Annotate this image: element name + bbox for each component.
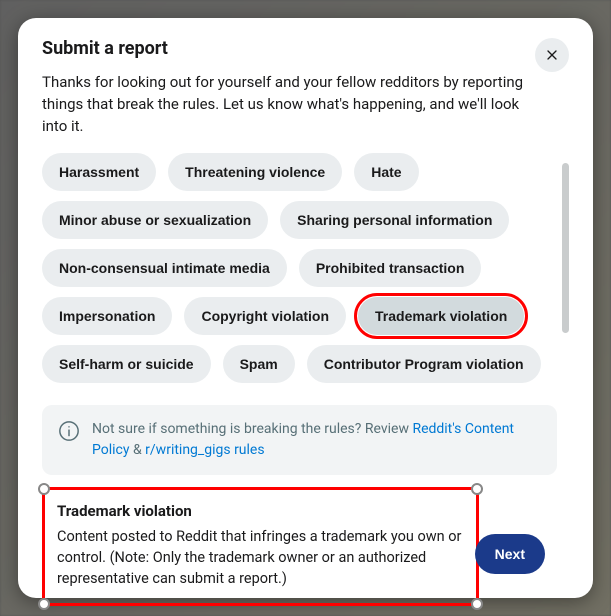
report-option-chip[interactable]: Threatening violence [168, 153, 342, 191]
report-option-chip[interactable]: Impersonation [42, 297, 172, 335]
info-banner: Not sure if something is breaking the ru… [42, 405, 557, 475]
selected-detail-panel: Trademark violation Content posted to Re… [42, 487, 479, 606]
report-option-chip[interactable]: Harassment [42, 153, 156, 191]
info-text: Not sure if something is breaking the ru… [92, 419, 541, 461]
detail-title: Trademark violation [57, 502, 464, 520]
report-option-chip[interactable]: Sharing personal information [280, 201, 509, 239]
close-icon [544, 47, 560, 63]
modal-intro: Thanks for looking out for yourself and … [42, 72, 542, 137]
detail-body: Content posted to Reddit that infringes … [57, 526, 464, 589]
report-option-chip[interactable]: Non-consensual intimate media [42, 249, 287, 287]
report-modal: Submit a report Thanks for looking out f… [18, 18, 593, 598]
modal-title: Submit a report [42, 38, 168, 59]
info-icon [58, 420, 80, 442]
options-scroll-area: Harassment Threatening violence Hate Minor … [42, 153, 569, 487]
report-option-chip[interactable]: Self-harm or suicide [42, 345, 211, 383]
info-middle: & [130, 442, 146, 458]
report-option-chip[interactable]: Trademark violation [358, 297, 524, 335]
scrollbar-thumb[interactable] [562, 163, 569, 333]
scrollbar[interactable] [562, 163, 569, 363]
rules-link[interactable]: r/writing_gigs rules [145, 442, 264, 458]
report-option-chip[interactable]: Minor abuse or sexualization [42, 201, 268, 239]
next-button[interactable]: Next [475, 534, 545, 574]
report-option-chip[interactable]: Hate [354, 153, 418, 191]
close-button[interactable] [535, 38, 569, 72]
report-option-list: Harassment Threatening violence Hate Minor … [42, 153, 557, 383]
report-option-chip[interactable]: Copyright violation [184, 297, 346, 335]
report-option-chip[interactable]: Spam [223, 345, 295, 383]
report-option-chip[interactable]: Prohibited transaction [299, 249, 482, 287]
annotation-handle [471, 483, 483, 495]
info-prefix: Not sure if something is breaking the ru… [92, 421, 412, 437]
annotation-handle [38, 483, 50, 495]
report-option-chip[interactable]: Contributor Program violation [307, 345, 541, 383]
